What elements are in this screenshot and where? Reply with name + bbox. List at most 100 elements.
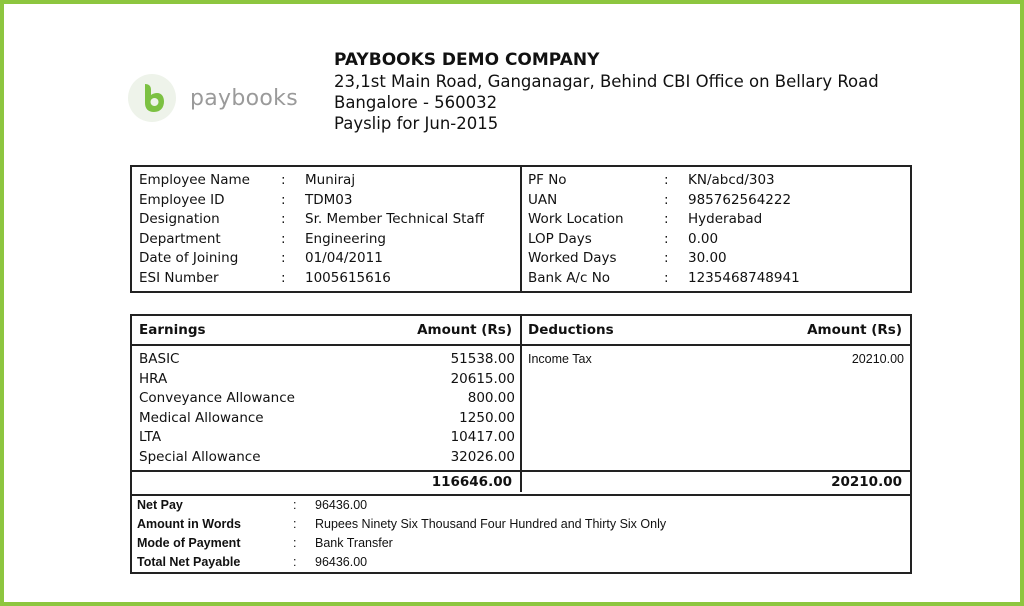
detail-value: Sr. Member Technical Staff [305,211,485,228]
detail-label: Designation [139,211,220,228]
earnings-amount-header: Amount (Rs) [417,322,512,338]
employee-details-left: Employee Name: Muniraj Employee ID: TDM03 … [139,171,484,289]
summary-separator: : [293,555,297,569]
list-item: Conveyance Allowance 800.00 [139,389,515,409]
detail-label: LOP Days [528,230,592,247]
detail-row-lop-days: LOP Days: 0.00 [528,230,800,250]
table-header-row: Earnings Amount (Rs) Deductions Amount (… [132,316,910,346]
earning-name: BASIC [139,351,180,367]
detail-separator: : [664,269,669,286]
list-item: Medical Allowance 1250.00 [139,409,515,429]
earning-name: Medical Allowance [139,409,264,426]
detail-value: Hyderabad [688,211,763,228]
detail-separator: : [664,191,669,208]
summary-value: 96436.00 [315,498,368,512]
summary-label: Total Net Payable [137,555,241,569]
earning-amount: 10417.00 [450,429,515,446]
summary-row-net-pay: Net Pay: 96436.00 [137,496,666,515]
earning-amount: 20615.00 [450,370,515,387]
summary-label: Net Pay [137,498,183,512]
earnings-list: BASIC 51538.00 HRA 20615.00 Conveyance All… [139,350,515,468]
earnings-total: 116646.00 [431,474,512,490]
summary-separator: : [293,536,297,550]
company-logo: paybooks [128,74,298,122]
column-divider [520,167,522,291]
earnings-header: Earnings [139,322,206,338]
detail-label: ESI Number [139,269,219,286]
earning-amount: 800.00 [467,390,515,407]
summary-label: Mode of Payment [137,536,241,550]
employee-details-table: Employee Name: Muniraj Employee ID: TDM03 … [130,165,912,293]
detail-label: Department [139,230,221,247]
detail-separator: : [281,250,286,267]
detail-value: 985762564222 [688,191,792,208]
payslip-period: Payslip for Jun-2015 [334,114,499,133]
summary-row-amount-in-words: Amount in Words: Rupees Ninety Six Thousa… [137,515,666,534]
detail-separator: : [281,230,286,247]
summary-value: 96436.00 [315,555,368,569]
detail-value: Engineering [305,230,386,247]
summary-separator: : [293,498,297,512]
summary-value: Rupees Ninety Six Thousand Four Hundred … [315,517,667,531]
detail-value: 1005615616 [305,269,391,286]
company-address-line-2: Bangalore - 560032 [334,93,498,112]
earning-amount: 32026.00 [450,448,515,465]
detail-value: 01/04/2011 [305,250,383,267]
detail-separator: : [281,191,286,208]
detail-label: Worked Days [528,250,617,267]
summary-value: Bank Transfer [315,536,393,550]
detail-separator: : [664,230,669,247]
summary-row-mode-of-payment: Mode of Payment: Bank Transfer [137,534,666,553]
list-item: BASIC 51538.00 [139,350,515,370]
company-address-line-1: 23,1st Main Road, Ganganagar, Behind CBI… [334,72,879,91]
earning-name: HRA [139,370,168,387]
detail-separator: : [281,211,286,228]
detail-value: Muniraj [305,172,356,188]
list-item: Income Tax 20210.00 [528,350,904,370]
detail-separator: : [664,172,669,188]
list-item: LTA 10417.00 [139,428,515,448]
detail-label: Bank A/c No [528,269,611,286]
detail-value: 0.00 [688,230,719,247]
earnings-deductions-table: Earnings Amount (Rs) Deductions Amount (… [130,314,912,574]
detail-row-esi-number: ESI Number: 1005615616 [139,269,484,289]
logo-b-icon [145,84,164,112]
deductions-header: Deductions [528,322,614,338]
detail-value: TDM03 [305,191,353,208]
detail-row-worked-days: Worked Days: 30.00 [528,249,800,269]
detail-label: PF No [528,172,567,188]
summary-row-total-net-payable: Total Net Payable: 96436.00 [137,553,666,572]
detail-separator: : [281,172,286,188]
detail-value: 30.00 [688,250,727,267]
logo-icon [128,74,176,122]
detail-label: Work Location [528,211,624,228]
earning-amount: 51538.00 [450,351,515,367]
earning-amount: 1250.00 [459,409,515,426]
detail-label: UAN [528,191,558,208]
totals-row: 116646.00 20210.00 [132,470,910,496]
detail-label: Date of Joining [139,250,239,267]
earning-name: Conveyance Allowance [139,390,295,407]
detail-row-uan: UAN: 985762564222 [528,191,800,211]
summary-separator: : [293,517,297,531]
deductions-amount-header: Amount (Rs) [807,322,902,338]
page-frame: paybooks PAYBOOKS DEMO COMPANY 23,1st Ma… [0,0,1024,606]
detail-row-department: Department: Engineering [139,230,484,250]
deductions-total: 20210.00 [831,474,902,490]
detail-separator: : [281,269,286,286]
deductions-list: Income Tax 20210.00 [528,350,904,370]
net-pay-summary: Net Pay: 96436.00 Amount in Words: Rupees … [137,496,666,572]
detail-label: Employee ID [139,191,225,208]
detail-row-bank-account: Bank A/c No: 1235468748941 [528,269,800,289]
detail-separator: : [664,211,669,228]
company-name: PAYBOOKS DEMO COMPANY [334,50,600,70]
detail-separator: : [664,250,669,267]
earning-name: Special Allowance [139,448,261,465]
employee-details-right: PF No: KN/abcd/303 UAN: 985762564222 Work … [528,171,800,289]
list-item: Special Allowance 32026.00 [139,448,515,468]
detail-value: 1235468748941 [688,269,800,286]
logo-wordmark: paybooks [190,85,298,111]
list-item: HRA 20615.00 [139,370,515,390]
detail-label: Employee Name [139,172,250,188]
detail-value: KN/abcd/303 [688,172,775,188]
